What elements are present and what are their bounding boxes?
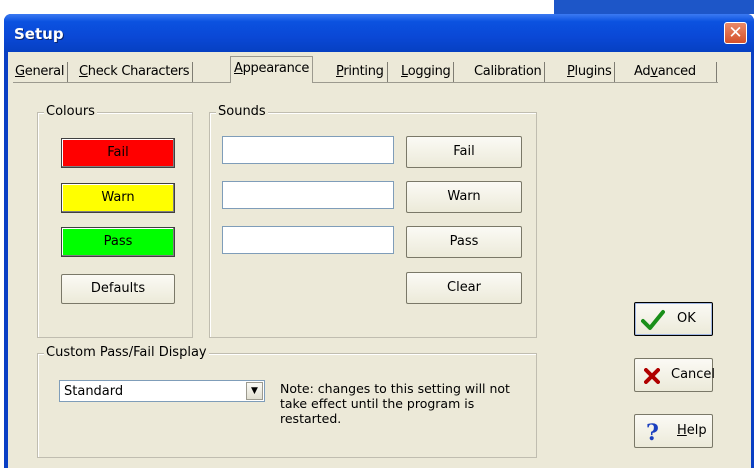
ok-button[interactable]: OK <box>634 302 713 336</box>
pass-colour-button[interactable]: Pass <box>61 227 175 257</box>
custom-display-select[interactable]: Standard ▼ <box>59 380 265 402</box>
help-button[interactable]: ? Help <box>634 414 713 448</box>
dialog-client-area: General Check Characters Appearance Prin… <box>8 52 751 468</box>
cancel-button[interactable]: Cancel <box>634 358 716 392</box>
close-icon: ✕ <box>728 23 743 43</box>
fail-colour-label: Fail <box>107 145 129 160</box>
pass-sound-button[interactable]: Pass <box>406 226 522 258</box>
fail-sound-button[interactable]: Fail <box>406 136 522 168</box>
fail-sound-label: Fail <box>453 144 475 159</box>
help-label: Help <box>677 423 707 438</box>
tab-label-start: Ad <box>634 64 651 79</box>
defaults-label: Defaults <box>90 281 146 296</box>
warn-sound-button[interactable]: Warn <box>406 181 522 213</box>
custom-display-legend: Custom Pass/Fail Display <box>44 345 209 360</box>
setup-dialog: Setup ✕ General Check Characters Appeara… <box>4 14 754 468</box>
tab-label: ppearance <box>242 61 310 76</box>
clear-sound-label: Clear <box>447 280 481 295</box>
tab-strip-end <box>716 62 717 82</box>
chevron-down-icon[interactable]: ▼ <box>246 382 263 400</box>
close-button[interactable]: ✕ <box>724 22 747 44</box>
warn-sound-label: Warn <box>447 189 481 204</box>
red-x-icon <box>644 368 660 384</box>
clear-sound-button[interactable]: Clear <box>406 272 522 304</box>
tab-mnemonic: A <box>234 61 243 76</box>
window-title: Setup <box>14 25 64 43</box>
fail-sound-field[interactable] <box>222 136 394 164</box>
tab-general[interactable]: General <box>12 62 69 82</box>
tab-mnemonic: v <box>650 64 658 79</box>
tab-appearance[interactable]: Appearance <box>230 56 314 83</box>
tab-label: eneral <box>24 64 65 79</box>
tab-label: anced <box>657 64 696 79</box>
tab-advanced[interactable]: Advanced <box>631 62 699 82</box>
sounds-legend: Sounds <box>216 104 268 119</box>
pass-colour-label: Pass <box>103 234 133 249</box>
tab-label: Calibration <box>474 64 542 79</box>
tab-strip-border <box>13 82 718 83</box>
tab-calibration[interactable]: Calibration <box>471 62 546 82</box>
tab-mnemonic: L <box>401 64 408 79</box>
tab-logging[interactable]: Logging <box>398 62 455 82</box>
colours-legend: Colours <box>44 104 97 119</box>
question-mark-icon: ? <box>646 420 659 444</box>
tab-label: lugins <box>574 64 612 79</box>
tab-label: rinting <box>343 64 384 79</box>
tab-check-characters[interactable]: Check Characters <box>76 62 194 82</box>
help-mnemonic: H <box>677 423 687 438</box>
restart-note: Note: changes to this setting will not t… <box>280 381 510 426</box>
warn-sound-field[interactable] <box>222 181 394 209</box>
background-window-edge <box>554 0 754 14</box>
defaults-button[interactable]: Defaults <box>61 274 175 304</box>
checkmark-icon <box>641 310 665 330</box>
warn-colour-button[interactable]: Warn <box>61 183 175 213</box>
warn-colour-label: Warn <box>101 190 135 205</box>
tab-mnemonic: C <box>79 64 88 79</box>
pass-sound-label: Pass <box>449 234 479 249</box>
title-bar[interactable]: Setup ✕ <box>4 14 754 52</box>
tab-mnemonic: P <box>567 64 575 79</box>
tab-label: ogging <box>407 64 451 79</box>
cancel-label: Cancel <box>671 367 716 382</box>
ok-label: OK <box>677 311 696 326</box>
fail-colour-button[interactable]: Fail <box>61 138 175 168</box>
svg-text:?: ? <box>646 420 659 444</box>
pass-sound-field[interactable] <box>222 226 394 254</box>
tab-plugins[interactable]: Plugins <box>564 62 616 82</box>
tab-mnemonic: G <box>15 64 25 79</box>
help-rest: elp <box>686 423 707 438</box>
tab-printing[interactable]: Printing <box>333 62 388 82</box>
tab-label: heck Characters <box>87 64 190 79</box>
custom-display-value: Standard <box>64 384 124 399</box>
